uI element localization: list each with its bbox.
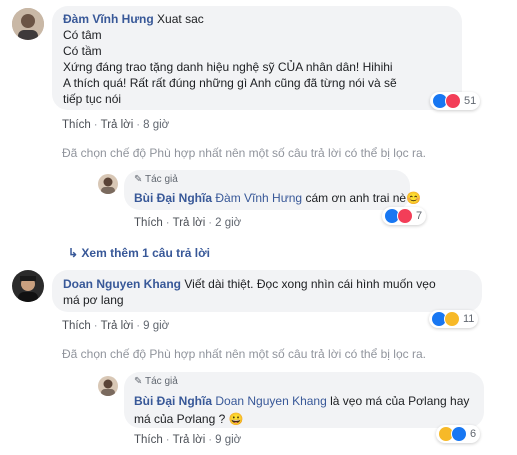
profile-photo-icon [12, 270, 44, 302]
timestamp[interactable]: 8 giờ [143, 119, 169, 131]
mention-tag[interactable]: Đàm Vĩnh Hưng [215, 191, 302, 205]
like-link[interactable]: Thích [62, 119, 91, 131]
reply-text: là vẹo má của Pơlang hay [330, 394, 470, 408]
reply-author[interactable]: Bùi Đại Nghĩa [134, 394, 212, 408]
comment-text: Có tâm [63, 28, 102, 42]
timestamp[interactable]: 2 giờ [215, 217, 241, 229]
pen-icon: ✎ [134, 174, 143, 185]
reaction-count: 11 [463, 313, 475, 325]
profile-photo-icon [98, 376, 118, 396]
mention-tag[interactable]: Doan Nguyen Khang [215, 394, 326, 408]
reply-text: má của Pơlang ? 😀 [134, 412, 244, 426]
comment-text: Xứng đáng trao tặng danh hiệu nghệ sỹ CỦ… [63, 60, 393, 74]
reaction-count: 6 [470, 428, 477, 440]
comment-actions: Thích · Trả lời · 8 giờ [62, 119, 170, 131]
comment-text: tiếp tục nói [63, 92, 122, 106]
reply-link[interactable]: Trả lời [173, 217, 206, 229]
view-more-replies[interactable]: ↳ Xem thêm 1 câu trả lời [68, 246, 210, 260]
haha-icon [444, 311, 460, 327]
reply-body: Bùi Đại Nghĩa Đàm Vĩnh Hưng cám ơn anh t… [134, 190, 421, 206]
timestamp[interactable]: 9 giờ [143, 320, 169, 332]
comment-body: Doan Nguyen Khang Viết dài thiệt. Đọc xo… [63, 276, 436, 308]
avatar[interactable] [98, 376, 118, 396]
comment-text: Có tầm [63, 44, 102, 58]
timestamp[interactable]: 9 giờ [215, 434, 241, 446]
profile-photo-icon [98, 174, 118, 194]
comment-text: Viết dài thiệt. Đọc xong nhìn cái hình m… [184, 277, 436, 291]
reply-actions: Thích · Trả lời · 2 giờ [134, 217, 242, 229]
reply-link[interactable]: Trả lời [101, 320, 134, 332]
like-link[interactable]: Thích [62, 320, 91, 332]
comment-text: A thích quá! Rất rất đúng những gì Anh c… [63, 76, 397, 90]
comment-body: Đàm Vĩnh Hưng Xuat sac Có tâm Có tầm Xứn… [63, 11, 458, 107]
like-icon [451, 426, 467, 442]
avatar[interactable] [98, 174, 118, 194]
reaction-summary[interactable]: 6 [436, 425, 481, 443]
love-icon [445, 93, 461, 109]
author-badge: ✎ Tác giả [134, 376, 178, 387]
avatar[interactable] [12, 270, 44, 302]
reply-actions: Thích · Trả lời · 9 giờ [134, 434, 242, 446]
author-badge: ✎ Tác giả [134, 174, 178, 185]
reaction-summary[interactable]: 51 [430, 92, 481, 110]
like-link[interactable]: Thích [134, 217, 163, 229]
reply-link[interactable]: Trả lời [101, 119, 134, 131]
filter-notice: Đã chọn chế độ Phù hợp nhất nên một số c… [62, 146, 426, 160]
reaction-summary[interactable]: 7 [382, 207, 427, 225]
reply-author[interactable]: Bùi Đại Nghĩa [134, 191, 212, 205]
reply-body: Bùi Đại Nghĩa Doan Nguyen Khang là vẹo m… [134, 392, 469, 428]
reply-link[interactable]: Trả lời [173, 434, 206, 446]
profile-photo-icon [12, 8, 44, 40]
reply-text: cám ơn anh trai nè😊 [305, 191, 421, 205]
reply-arrow-icon: ↳ [68, 246, 79, 260]
comment-actions: Thích · Trả lời · 9 giờ [62, 320, 170, 332]
like-link[interactable]: Thích [134, 434, 163, 446]
comment-author[interactable]: Doan Nguyen Khang [63, 277, 181, 291]
comment-text: Xuat sac [157, 12, 204, 26]
filter-notice: Đã chọn chế độ Phù hợp nhất nên một số c… [62, 347, 426, 361]
love-icon [397, 208, 413, 224]
comment-text: má pơ lang [63, 293, 124, 307]
comment-author[interactable]: Đàm Vĩnh Hưng [63, 12, 154, 26]
pen-icon: ✎ [134, 376, 143, 387]
avatar[interactable] [12, 8, 44, 40]
reaction-count: 7 [416, 210, 423, 222]
reaction-summary[interactable]: 11 [429, 310, 479, 328]
reaction-count: 51 [464, 95, 477, 107]
